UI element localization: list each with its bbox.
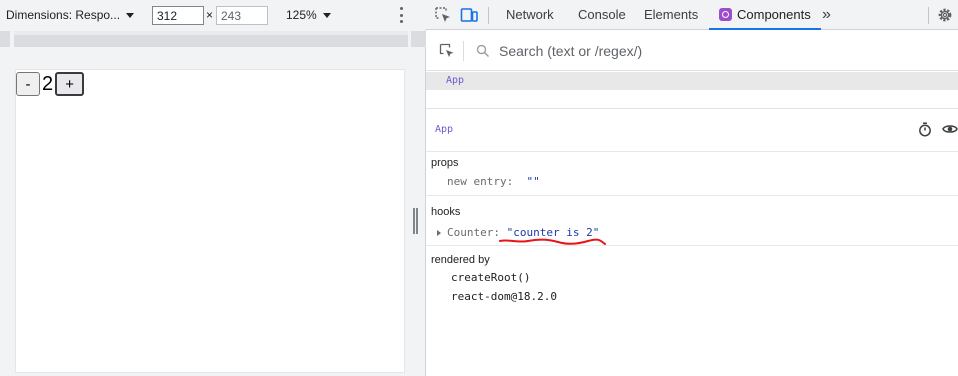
select-component-icon[interactable] [439, 43, 457, 61]
dimensions-label: Dimensions: Respo... [6, 8, 121, 22]
devtools-panel: Network Console Elements Components » Se… [426, 0, 958, 376]
zoom-dropdown[interactable]: 125% [286, 8, 331, 22]
times-symbol: × [206, 8, 214, 22]
expand-caret-icon[interactable] [437, 229, 441, 236]
tab-elements[interactable]: Elements [644, 0, 698, 30]
tree-item-label: App [446, 75, 465, 86]
device-toolbar: Dimensions: Respo... × 125% [0, 0, 426, 30]
hooks-section-title: hooks [431, 206, 461, 218]
media-query-ruler [0, 31, 426, 47]
decrement-button[interactable]: - [16, 72, 40, 96]
prop-key: new entry [447, 175, 507, 188]
component-search-bar: Search (text or /regex/) [426, 31, 958, 71]
search-input[interactable]: Search (text or /regex/) [499, 43, 642, 59]
height-input[interactable] [216, 6, 268, 25]
zoom-label: 125% [286, 8, 317, 22]
dropdown-arrow-icon [322, 12, 331, 18]
search-icon [476, 44, 494, 62]
tab-components[interactable]: Components [709, 0, 821, 30]
tab-network[interactable]: Network [506, 0, 554, 30]
inspected-component-name: App [435, 124, 454, 135]
counter-widget: - 2 + [16, 72, 85, 96]
screen: Dimensions: Respo... × 125% - 2 + [0, 0, 958, 376]
props-section-title: props [431, 157, 459, 169]
prop-row[interactable]: new entry: "" [447, 175, 540, 188]
component-tree-item-app[interactable]: App [426, 72, 958, 90]
rendered-by-item[interactable]: createRoot() [451, 271, 530, 284]
dropdown-arrow-icon [126, 12, 135, 18]
more-options-icon[interactable] [398, 7, 404, 23]
increment-button[interactable]: + [55, 72, 85, 96]
stopwatch-icon[interactable] [918, 122, 932, 137]
settings-gear-icon[interactable] [936, 6, 954, 24]
resize-handle[interactable] [413, 208, 418, 234]
dimensions-dropdown[interactable]: Dimensions: Respo... [6, 8, 135, 22]
rendered-by-section-title: rendered by [431, 254, 490, 266]
react-components-icon [719, 8, 732, 21]
width-input[interactable] [152, 6, 204, 25]
rendered-by-item: react-dom@18.2.0 [451, 290, 557, 303]
prop-value: "" [526, 175, 540, 188]
emulated-viewport: - 2 + [15, 69, 405, 373]
tab-components-label: Components [737, 7, 811, 22]
more-tabs-icon[interactable]: » [822, 0, 831, 30]
device-toolbar-icon[interactable] [460, 6, 478, 24]
device-emulation-panel: Dimensions: Respo... × 125% - 2 + [0, 0, 426, 376]
counter-value: 2 [42, 72, 54, 95]
tab-console[interactable]: Console [578, 0, 626, 30]
inspect-element-icon[interactable] [434, 6, 452, 24]
eye-icon[interactable] [942, 123, 958, 135]
hook-key: Counter [447, 226, 494, 239]
devtools-tabbar: Network Console Elements Components » [426, 0, 958, 30]
